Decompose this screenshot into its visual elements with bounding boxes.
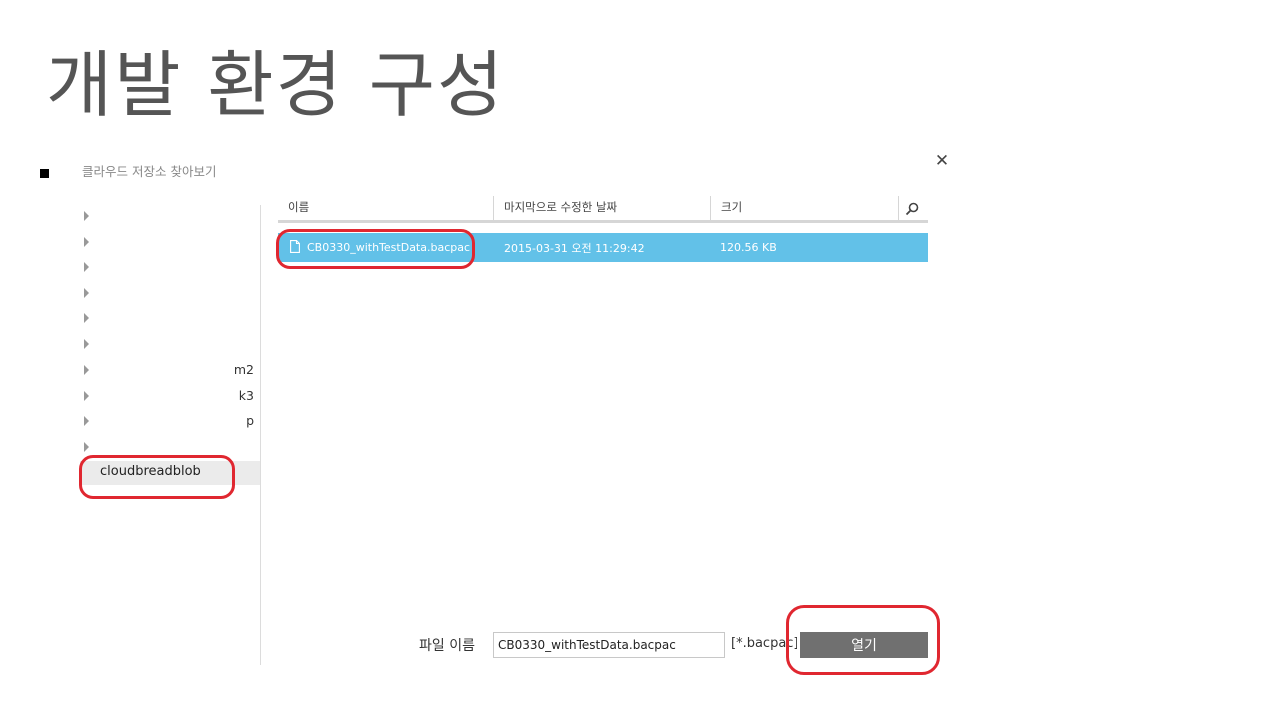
tree-item-label: cloudbreadblob — [100, 464, 201, 479]
expand-arrow-icon[interactable] — [84, 211, 89, 221]
dialog-title: 클라우드 저장소 찾아보기 — [82, 164, 217, 179]
file-list-header: 이름 마지막으로 수정한 날짜 크기 — [278, 196, 928, 223]
column-header-modified[interactable]: 마지막으로 수정한 날짜 — [504, 199, 617, 219]
file-icon — [290, 240, 300, 253]
open-button[interactable]: 열기 — [800, 632, 928, 658]
column-header-name[interactable]: 이름 — [288, 199, 309, 219]
tree-item-label: k3 — [238, 388, 254, 403]
file-size-cell: 120.56 KB — [720, 241, 777, 254]
expand-arrow-icon[interactable] — [84, 365, 89, 375]
file-name-cell: CB0330_withTestData.bacpac — [307, 241, 471, 254]
tree-item-label: m2 — [233, 362, 254, 377]
tree-item[interactable] — [80, 231, 260, 256]
slide-title: 개발 환경 구성 — [46, 43, 506, 127]
tree-item-label: p — [246, 413, 254, 428]
expand-arrow-icon[interactable] — [84, 237, 89, 247]
tree-item[interactable] — [80, 282, 260, 307]
table-row[interactable]: CB0330_withTestData.bacpac 2015-03-31 오전… — [278, 233, 928, 262]
column-header-size[interactable]: 크기 — [721, 199, 742, 219]
tree-item[interactable] — [80, 256, 260, 281]
expand-arrow-icon[interactable] — [84, 313, 89, 323]
column-divider[interactable] — [493, 196, 494, 220]
bullet-marker — [40, 169, 49, 178]
expand-arrow-icon[interactable] — [84, 416, 89, 426]
expand-arrow-icon[interactable] — [84, 339, 89, 349]
tree-item[interactable]: p — [80, 410, 260, 435]
tree-item[interactable] — [80, 333, 260, 358]
tree-item-cloudbreadblob[interactable]: cloudbreadblob — [80, 461, 260, 485]
expand-arrow-icon[interactable] — [84, 391, 89, 401]
search-icon[interactable] — [905, 202, 919, 216]
expand-arrow-icon[interactable] — [84, 262, 89, 272]
filename-input[interactable] — [493, 632, 725, 658]
storage-tree-sidebar: m2 k3 p cloudbreadblob — [80, 205, 261, 665]
filename-label: 파일 이름 — [419, 638, 475, 654]
file-modified-cell: 2015-03-31 오전 11:29:42 — [504, 242, 645, 255]
expand-arrow-icon[interactable] — [84, 442, 89, 452]
file-type-filter: [*.bacpac] — [731, 636, 797, 651]
tree-item[interactable] — [80, 307, 260, 332]
tree-item[interactable]: k3 — [80, 385, 260, 410]
column-divider[interactable] — [710, 196, 711, 220]
column-divider[interactable] — [898, 196, 899, 220]
tree-item[interactable]: m2 — [80, 359, 260, 384]
tree-item[interactable] — [80, 205, 260, 230]
tree-item[interactable] — [80, 436, 260, 461]
close-icon[interactable]: ✕ — [934, 152, 950, 170]
expand-arrow-icon[interactable] — [84, 288, 89, 298]
